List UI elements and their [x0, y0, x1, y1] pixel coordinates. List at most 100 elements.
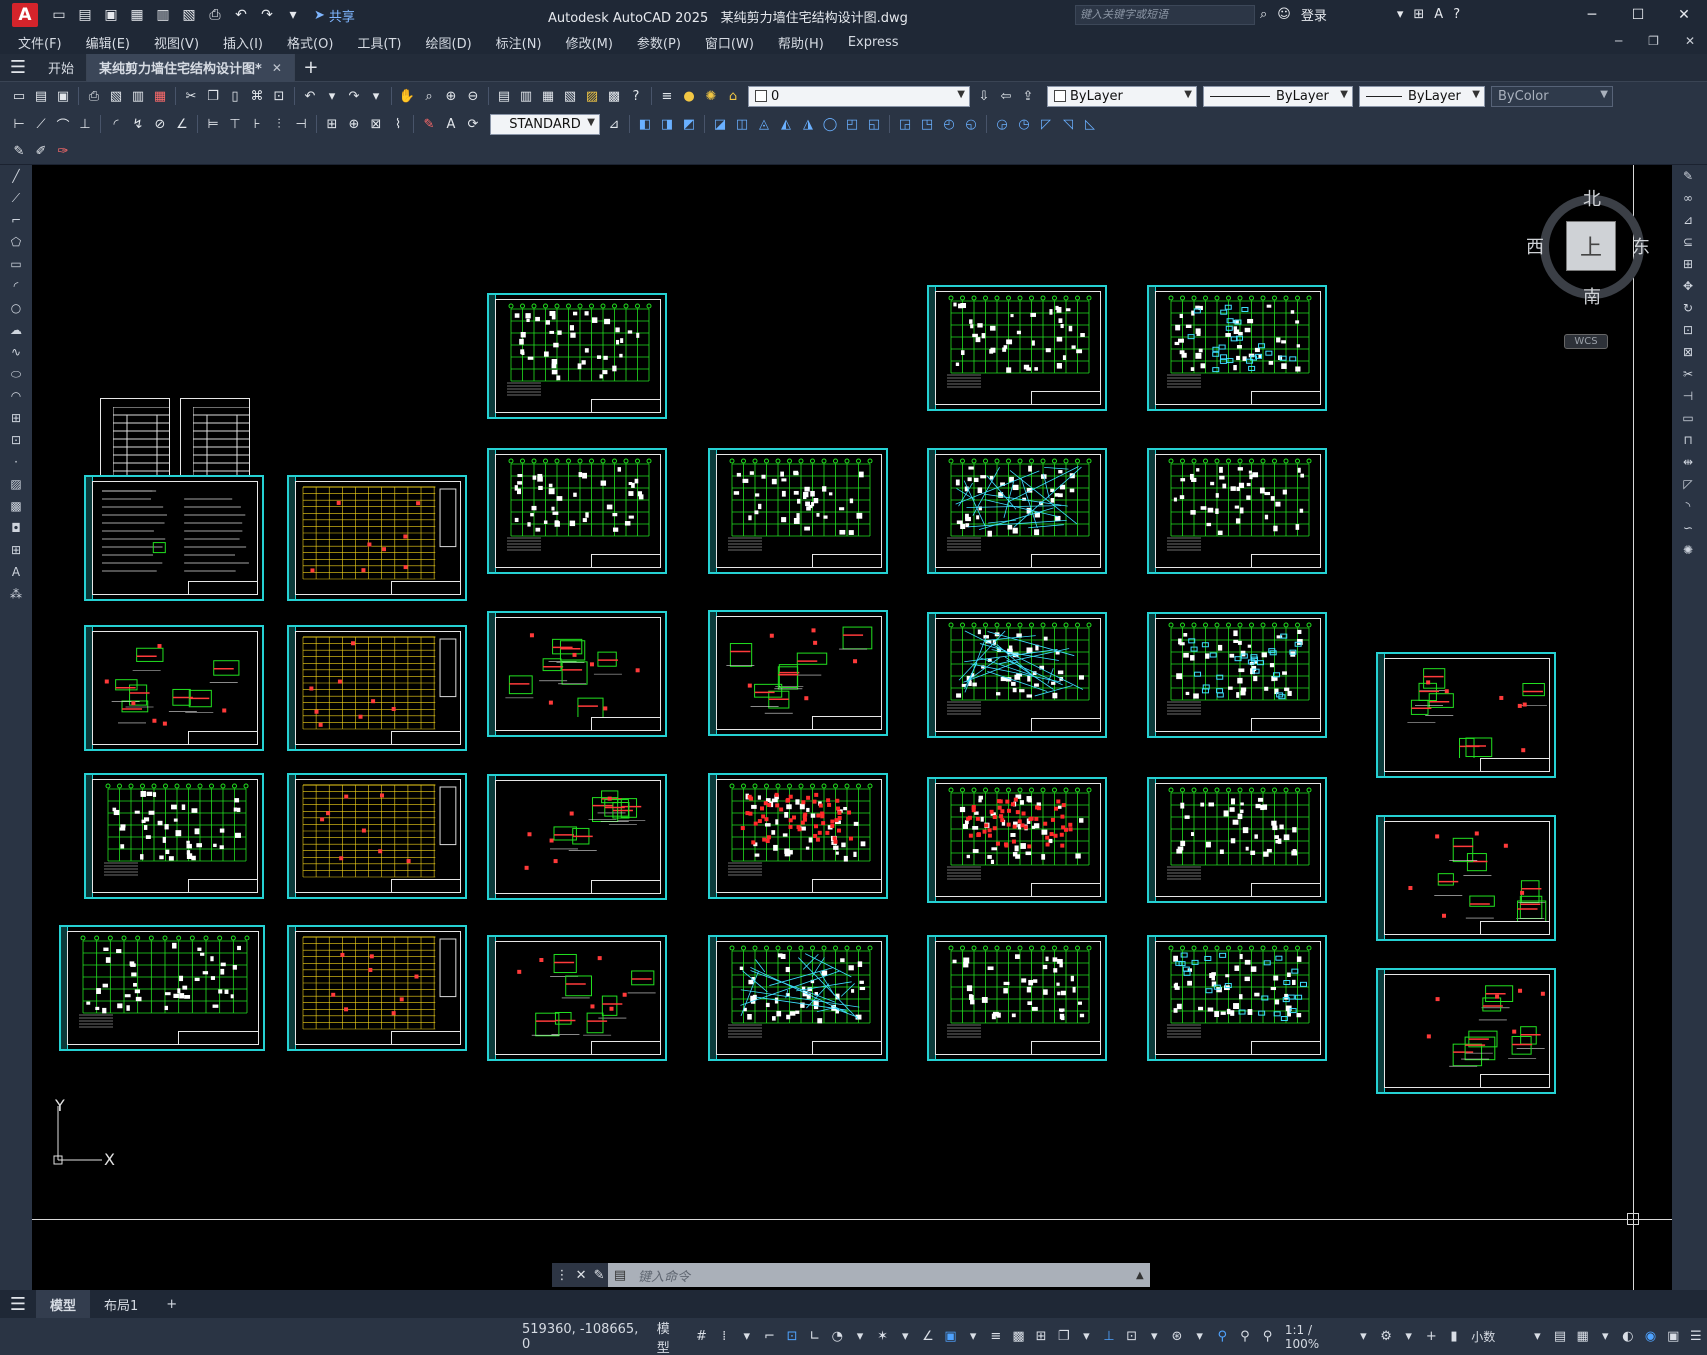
tab-document[interactable]: 某纯剪力墙住宅结构设计图* ✕	[87, 53, 295, 82]
pan-icon[interactable]: ✋	[397, 86, 417, 106]
rotate-icon[interactable]: ↻	[1672, 297, 1704, 319]
redo-dropdown-icon[interactable]: ▾	[366, 86, 386, 106]
insert-block-icon[interactable]: ⊞	[0, 407, 32, 429]
tool-palettes-icon[interactable]: ▦	[538, 86, 558, 106]
spline-icon[interactable]: ∿	[0, 341, 32, 363]
quick-properties-icon[interactable]: ▤	[1550, 1326, 1571, 1348]
selection-filter-icon[interactable]: ⊡	[1121, 1326, 1142, 1348]
tolerance-icon[interactable]: ⊞	[322, 114, 342, 134]
sphere-icon[interactable]: ◨	[657, 114, 677, 134]
menu-tools[interactable]: 工具(T)	[357, 33, 401, 52]
dimension-style-icon[interactable]: ⊿	[604, 114, 624, 134]
dimension-break-icon[interactable]: ⊣	[291, 114, 311, 134]
redo-icon[interactable]: ↷	[256, 4, 278, 26]
color-dropdown[interactable]: ByLayer ▼	[1047, 85, 1197, 107]
hardware-acceleration-icon[interactable]: ◉	[1640, 1326, 1661, 1348]
join-icon[interactable]: ⇹	[1672, 451, 1704, 473]
doc-restore-icon[interactable]: ❐	[1648, 34, 1659, 48]
continue-dimension-icon[interactable]: ⊦	[247, 114, 267, 134]
explode-icon[interactable]: ✺	[1672, 539, 1704, 561]
copy-icon[interactable]: ❐	[203, 86, 223, 106]
materials-icon[interactable]: ◴	[939, 114, 959, 134]
publish-icon[interactable]: ▥	[128, 86, 148, 106]
copy-object-icon[interactable]: ∞	[1672, 187, 1704, 209]
layer-state-icon[interactable]: ⇪	[1018, 86, 1038, 106]
coordinate-readout[interactable]: 519360, -108665, 0	[522, 1322, 643, 1352]
chevron-down-icon[interactable]: ▾	[895, 1326, 916, 1348]
attribute-edit-icon[interactable]: ✐	[31, 141, 51, 161]
stretch-icon[interactable]: ⊠	[1672, 341, 1704, 363]
quick-dimension-icon[interactable]: ⊨	[203, 114, 223, 134]
undo-icon[interactable]: ↶	[230, 4, 252, 26]
mirror-icon[interactable]: ⊿	[1672, 209, 1704, 231]
lights-icon[interactable]: ◵	[961, 114, 981, 134]
fillet-icon[interactable]: ◝	[1672, 495, 1704, 517]
menu-parametric[interactable]: 参数(P)	[637, 33, 681, 52]
open-web-icon[interactable]: ▥	[152, 4, 174, 26]
menu-draw[interactable]: 绘图(D)	[426, 33, 472, 52]
tab-model[interactable]: 模型	[36, 1290, 91, 1318]
make-block-icon[interactable]: ⊡	[0, 429, 32, 451]
isodraft-icon[interactable]: ✶	[872, 1326, 893, 1348]
viewcube-top-face[interactable]: 上	[1566, 221, 1616, 271]
sheet-set-icon[interactable]: ▧	[560, 86, 580, 106]
save-web-icon[interactable]: ▧	[178, 4, 200, 26]
selection-cycling-icon[interactable]: ⊞	[1031, 1326, 1052, 1348]
zoom-window-icon[interactable]: ⊕	[441, 86, 461, 106]
menu-window[interactable]: 窗口(W)	[705, 33, 754, 52]
dimension-text-edit-icon[interactable]: A	[441, 114, 461, 134]
dynamic-input-icon[interactable]: ⊡	[782, 1326, 803, 1348]
add-layout-icon[interactable]: +	[152, 1290, 191, 1318]
command-prompt-icon[interactable]: ▤	[608, 1268, 632, 1283]
zoom-realtime-icon[interactable]: ⌕	[419, 86, 439, 106]
compass-east[interactable]: 东	[1632, 233, 1650, 259]
dimension-space-icon[interactable]: ⫶	[269, 114, 289, 134]
tab-close-icon[interactable]: ✕	[272, 61, 282, 75]
command-history-icon[interactable]: ▲	[1136, 1270, 1150, 1281]
multiline-text-icon[interactable]: A	[0, 561, 32, 583]
intersect-icon[interactable]: ◱	[864, 114, 884, 134]
cut-icon[interactable]: ✂	[181, 86, 201, 106]
undo-icon[interactable]: ↶	[300, 86, 320, 106]
autodesk-app-icon[interactable]: A	[1434, 7, 1443, 22]
table-icon[interactable]: ⊞	[0, 539, 32, 561]
maximize-icon[interactable]: ☐	[1615, 0, 1661, 30]
scale-icon[interactable]: ⊡	[1672, 319, 1704, 341]
hatch-icon[interactable]: ▨	[0, 473, 32, 495]
array-icon[interactable]: ⊞	[1672, 253, 1704, 275]
union-icon[interactable]: ◯	[820, 114, 840, 134]
extrude-icon[interactable]: ◪	[710, 114, 730, 134]
plotstyle-dropdown[interactable]: ByColor ▼	[1491, 85, 1613, 107]
grip-icon[interactable]: ⋮	[556, 1268, 569, 1283]
plot-icon[interactable]: ⎙	[84, 86, 104, 106]
calculator-icon[interactable]: ▩	[604, 86, 624, 106]
extend-icon[interactable]: ⊣	[1672, 385, 1704, 407]
menu-edit[interactable]: 编辑(E)	[86, 33, 130, 52]
ellipse-icon[interactable]: ⬭	[0, 363, 32, 385]
chevron-down-icon[interactable]: ▾	[963, 1326, 984, 1348]
search-icon[interactable]: ⌕	[1260, 7, 1267, 22]
polygon-icon[interactable]: ⬠	[0, 231, 32, 253]
diameter-dimension-icon[interactable]: ⊘	[150, 114, 170, 134]
linear-dimension-icon[interactable]: ⊢	[9, 114, 29, 134]
help-icon[interactable]: ?	[626, 86, 646, 106]
save-icon[interactable]: ▣	[53, 86, 73, 106]
subtract-icon[interactable]: ◰	[842, 114, 862, 134]
layer-previous-icon[interactable]: ⇦	[996, 86, 1016, 106]
break-icon[interactable]: ⊓	[1672, 429, 1704, 451]
cart-icon[interactable]: ⊞	[1413, 7, 1424, 22]
menu-hamburger-icon[interactable]: ☰	[0, 57, 36, 78]
open-icon[interactable]: ▤	[31, 86, 51, 106]
customization-icon[interactable]: ☰	[1686, 1326, 1707, 1348]
angular-dimension-icon[interactable]: ∠	[172, 114, 192, 134]
lock-ui-icon[interactable]: ▦	[1572, 1326, 1593, 1348]
snap-icon[interactable]: ⁞	[714, 1326, 735, 1348]
point-icon[interactable]: ·	[0, 451, 32, 473]
lineweight-dropdown[interactable]: ByLayer ▼	[1359, 85, 1485, 107]
jogged-dimension-icon[interactable]: ↯	[128, 114, 148, 134]
construction-line-icon[interactable]: ⟋	[0, 187, 32, 209]
dimension-update-icon[interactable]: ⟳	[463, 114, 483, 134]
dimension-style-dropdown[interactable]: STANDARD ▼	[490, 113, 600, 135]
grid-icon[interactable]: #	[691, 1326, 712, 1348]
section-plane-icon[interactable]: ◶	[992, 114, 1012, 134]
